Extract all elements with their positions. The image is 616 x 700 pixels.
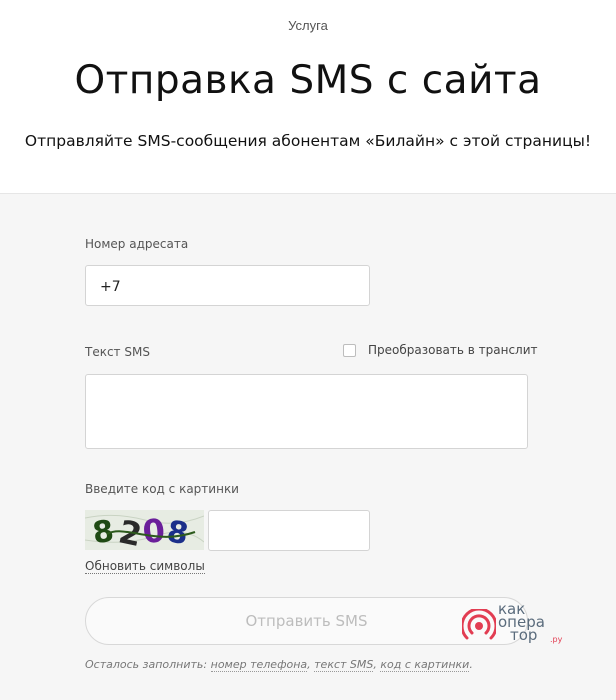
captcha-image: 8 2 0 8 bbox=[85, 510, 204, 550]
page-subtitle: Отправляйте SMS-сообщения абонентам «Бил… bbox=[24, 132, 592, 150]
sms-text-input[interactable] bbox=[85, 374, 528, 449]
hint-suffix: . bbox=[469, 658, 473, 671]
sms-form: Номер адресата +7 Текст SMS Преобразоват… bbox=[0, 194, 616, 700]
site-watermark: как опера тор .ру bbox=[462, 602, 572, 653]
hint-field-sms-text[interactable]: текст SMS bbox=[314, 658, 374, 672]
captcha-code-input[interactable] bbox=[208, 510, 370, 551]
remaining-fields-hint: Осталось заполнить: номер телефона, текс… bbox=[85, 658, 473, 672]
page-title: Отправка SMS с сайта bbox=[74, 58, 542, 103]
translit-label: Преобразовать в транслит bbox=[368, 343, 538, 357]
page-header: Услуга Отправка SMS с сайта Отправляйте … bbox=[0, 0, 616, 192]
refresh-captcha-link[interactable]: Обновить символы bbox=[85, 559, 205, 574]
watermark-text: как опера тор bbox=[498, 602, 545, 643]
service-eyebrow: Услуга bbox=[288, 18, 328, 33]
watermark-tld: .ру bbox=[550, 635, 563, 644]
hint-prefix: Осталось заполнить: bbox=[85, 658, 211, 671]
signal-icon bbox=[462, 609, 496, 640]
hint-field-captcha[interactable]: код с картинки bbox=[380, 658, 470, 672]
recipient-label: Номер адресата bbox=[85, 237, 189, 251]
translit-toggle[interactable]: Преобразовать в транслит bbox=[343, 343, 538, 357]
captcha-glyph-3: 0 bbox=[141, 511, 167, 550]
sms-text-label: Текст SMS bbox=[85, 345, 150, 359]
hint-field-phone[interactable]: номер телефона bbox=[210, 658, 308, 672]
translit-checkbox[interactable] bbox=[343, 343, 356, 357]
recipient-phone-input[interactable]: +7 bbox=[85, 265, 370, 306]
captcha-label: Введите код с картинки bbox=[85, 482, 239, 496]
